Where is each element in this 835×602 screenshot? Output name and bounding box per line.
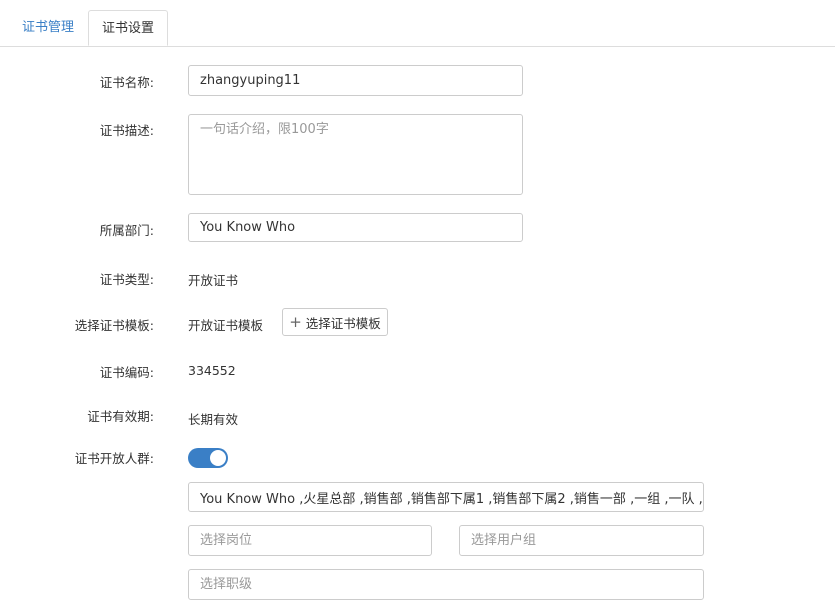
- department-label: 所属部门:: [99, 223, 154, 238]
- audience-groups-field[interactable]: You Know Who ,火星总部 ,销售部 ,销售部下属1 ,销售部下属2 …: [188, 482, 704, 512]
- audience-toggle[interactable]: [188, 448, 228, 468]
- toggle-knob: [210, 450, 226, 466]
- select-template-button[interactable]: + 选择证书模板: [282, 308, 388, 336]
- plus-icon: +: [289, 312, 302, 331]
- type-value: 开放证书: [188, 273, 239, 288]
- tab-certificate-management[interactable]: 证书管理: [8, 10, 88, 46]
- description-textarea[interactable]: [188, 114, 523, 195]
- template-value: 开放证书模板: [188, 318, 264, 333]
- department-input[interactable]: [188, 213, 523, 242]
- name-label: 证书名称:: [99, 75, 154, 90]
- code-label: 证书编码:: [99, 365, 154, 380]
- validity-value: 长期有效: [188, 412, 239, 427]
- code-value: 334552: [188, 363, 236, 378]
- audience-label: 证书开放人群:: [74, 451, 154, 466]
- description-label: 证书描述:: [99, 123, 154, 138]
- position-select[interactable]: [188, 525, 432, 556]
- tab-bar: 证书管理 证书设置: [0, 0, 835, 47]
- certificate-name-input[interactable]: [188, 65, 523, 96]
- tab-divider: [0, 46, 835, 47]
- template-label: 选择证书模板:: [74, 318, 154, 333]
- level-select[interactable]: [188, 569, 704, 600]
- select-template-button-label: 选择证书模板: [305, 315, 381, 331]
- tab-certificate-settings[interactable]: 证书设置: [88, 10, 168, 46]
- audience-groups-text: You Know Who ,火星总部 ,销售部 ,销售部下属1 ,销售部下属2 …: [200, 491, 704, 507]
- validity-label: 证书有效期:: [87, 409, 154, 424]
- usergroup-select[interactable]: [459, 525, 704, 556]
- type-label: 证书类型:: [99, 272, 154, 287]
